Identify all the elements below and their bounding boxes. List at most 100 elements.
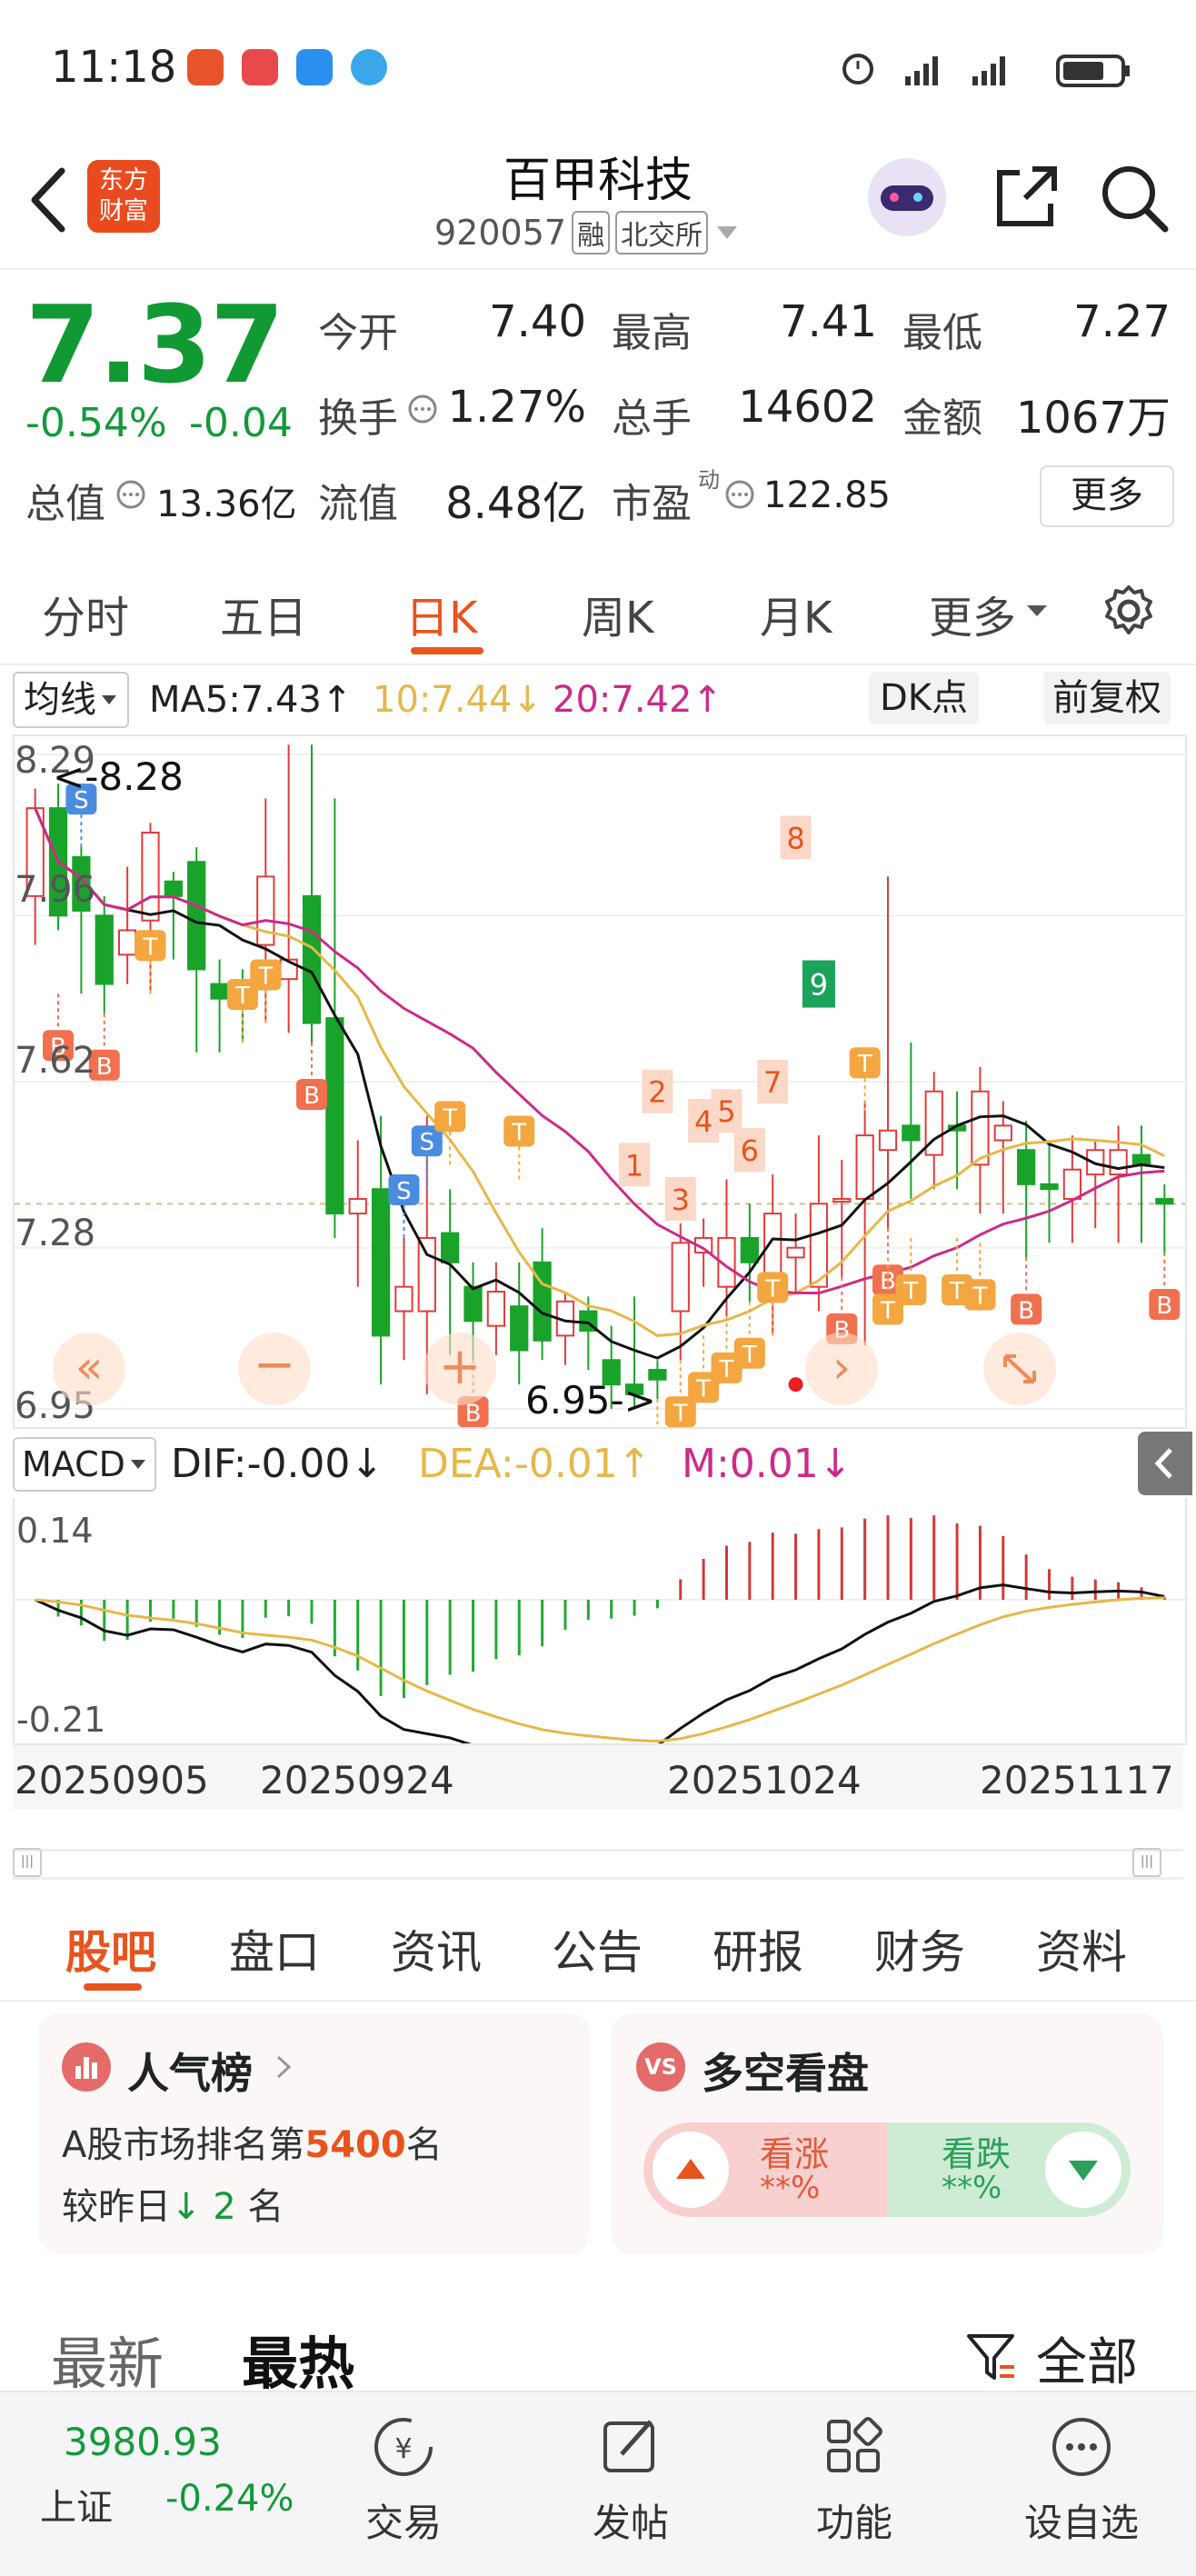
info-icon[interactable] — [406, 393, 439, 425]
event-number: 8 — [786, 821, 804, 855]
t-marker-label: T — [880, 1297, 895, 1324]
more-button[interactable]: 更多 — [1040, 465, 1174, 527]
y-tick-label: 7.62 — [15, 1040, 96, 1082]
tab-hottest[interactable]: 最热 — [242, 2318, 354, 2400]
active-tab-indicator — [84, 1983, 142, 1991]
tab-order-book[interactable]: 盘口 — [229, 1916, 320, 1982]
candle-body — [1131, 1153, 1151, 1166]
candle-body — [117, 929, 137, 956]
settings-gear-icon[interactable] — [1100, 582, 1158, 640]
stock-code-row[interactable]: 920057 融 北交所 — [434, 211, 741, 255]
caret-down-icon — [1027, 605, 1047, 616]
nav-trade[interactable]: ¥ 交易 — [331, 2411, 476, 2548]
low-value: 7.27 — [1073, 296, 1171, 347]
index-name[interactable]: 上证 — [40, 2478, 113, 2531]
buy-marker-label: B — [1156, 1293, 1172, 1320]
filter-icon[interactable] — [963, 2329, 1018, 2383]
tab-monthly-k[interactable]: 月K — [760, 582, 832, 645]
t-marker-label: T — [442, 1104, 457, 1132]
tab-research[interactable]: 研报 — [713, 1916, 803, 1982]
scroll-right-button[interactable]: › — [805, 1333, 878, 1405]
share-icon[interactable] — [989, 160, 1061, 233]
caret-down-icon — [130, 1460, 145, 1469]
zoom-in-button[interactable]: + — [424, 1333, 496, 1405]
t-marker-label: T — [972, 1283, 987, 1310]
change-percent: -0.54% — [25, 400, 167, 446]
popularity-card[interactable]: 人气榜 A股市场排名第5400名 较昨日↓ 2 名 — [38, 2013, 591, 2254]
nav-add-watchlist[interactable]: 设自选 — [1009, 2411, 1154, 2548]
candle-body — [1109, 1149, 1128, 1176]
macd-top-label: 0.14 — [16, 1511, 94, 1551]
ma20-value: 20:7.42↑ — [553, 679, 723, 721]
filter-all[interactable]: 全部 — [1036, 2321, 1138, 2395]
assistant-robot-icon[interactable] — [868, 158, 946, 236]
bottom-navigation: 3980.93 上证 -0.24% ¥ 交易 发帖 功能 设自选 — [0, 2391, 1196, 2576]
zoom-out-button[interactable]: − — [238, 1333, 311, 1405]
macd-bottom-label: -0.21 — [16, 1700, 106, 1740]
t-marker-label: T — [857, 1051, 872, 1078]
kline-chart[interactable]: BBBBBBBBBSSSTTTTTTTTTTTTTTTT123456789 8.… — [13, 734, 1187, 1429]
browser-notification-icon — [351, 49, 387, 85]
search-icon[interactable] — [1096, 160, 1172, 236]
macd-selector[interactable]: MACD — [13, 1437, 156, 1492]
sell-marker-label: S — [420, 1129, 435, 1156]
pe-dynamic-sup: 动 — [698, 467, 720, 493]
t-marker-label: T — [511, 1119, 526, 1146]
macd-indicator-row: MACD DIF:-0.00↓ DEA:-0.01↑ M:0.01↓ — [0, 1432, 1196, 1495]
tab-forum[interactable]: 股吧 — [65, 1916, 156, 1982]
market-cap-label: 总值 — [25, 481, 105, 527]
current-marker-dot — [788, 1377, 803, 1393]
collapse-panel-button[interactable] — [1138, 1432, 1192, 1495]
tab-weekly-k[interactable]: 周K — [582, 582, 653, 645]
ma-selector[interactable]: 均线 — [13, 672, 129, 728]
event-number: 3 — [672, 1183, 690, 1217]
tab-profile[interactable]: 资料 — [1036, 1916, 1127, 1982]
tab-news[interactable]: 资讯 — [391, 1916, 482, 1982]
nav-functions[interactable]: 功能 — [782, 2411, 927, 2548]
tab-financials[interactable]: 财务 — [874, 1916, 965, 1982]
caret-down-icon — [717, 226, 738, 239]
date-label: 20251117 — [980, 1758, 1174, 1802]
index-change[interactable]: -0.24% — [165, 2478, 294, 2520]
dk-point-button[interactable]: DK点 — [869, 672, 980, 724]
t-marker-label: T — [949, 1278, 964, 1305]
date-axis: 20250905 20250924 20251024 20251117 — [13, 1745, 1183, 1809]
info-icon[interactable] — [723, 478, 756, 511]
candle-body — [1017, 1149, 1036, 1185]
event-number: 4 — [694, 1104, 713, 1139]
bearish-button[interactable]: 看跌 **% — [887, 2122, 1131, 2217]
candle-body — [256, 875, 275, 946]
fullscreen-button[interactable] — [983, 1333, 1056, 1405]
scroll-handle-left[interactable]: ||| — [13, 1848, 42, 1877]
event-number: 6 — [741, 1133, 759, 1168]
candle-body — [325, 1017, 344, 1215]
chart-range-scrollbar[interactable]: ||| ||| — [13, 1848, 1183, 1880]
scroll-handle-right[interactable]: ||| — [1132, 1848, 1161, 1877]
candle-body — [95, 914, 114, 985]
macd-chart[interactable]: 0.14 -0.21 — [13, 1498, 1187, 1745]
stock-header: 东方 财富 百甲科技 920057 融 北交所 — [0, 136, 1196, 270]
y-tick-label: 7.96 — [15, 869, 96, 911]
kline-svg: BBBBBBBBBSSSTTTTTTTTTTTTTTTT123456789 — [15, 744, 1185, 1427]
ma5-value: MA5:7.43↑ — [149, 679, 353, 721]
nav-post[interactable]: 发帖 — [558, 2411, 703, 2548]
t-marker-label: T — [143, 934, 158, 961]
tab-intraday[interactable]: 分时 — [42, 582, 129, 645]
info-icon[interactable] — [115, 478, 147, 511]
tab-announcements[interactable]: 公告 — [552, 1916, 643, 1982]
macd-m: M:0.01↓ — [682, 1441, 852, 1487]
tab-latest[interactable]: 最新 — [51, 2318, 164, 2400]
index-value[interactable]: 3980.93 — [64, 2420, 222, 2464]
bullish-button[interactable]: 看涨 **% — [643, 2122, 887, 2217]
tab-more[interactable]: 更多 — [929, 582, 1016, 645]
tab-daily-k[interactable]: 日K — [405, 582, 477, 645]
candle-body — [371, 1188, 391, 1337]
tab-five-day[interactable]: 五日 — [220, 582, 307, 645]
scroll-left-button[interactable]: « — [53, 1333, 125, 1405]
float-cap-value: 8.48亿 — [445, 478, 586, 529]
event-number: 9 — [810, 968, 828, 1003]
margin-tag: 融 — [572, 211, 611, 255]
arrow-down-icon: ↓ — [171, 2186, 202, 2228]
price-adjust-button[interactable]: 前复权 — [1043, 672, 1171, 724]
exchange-tag: 北交所 — [615, 211, 709, 255]
